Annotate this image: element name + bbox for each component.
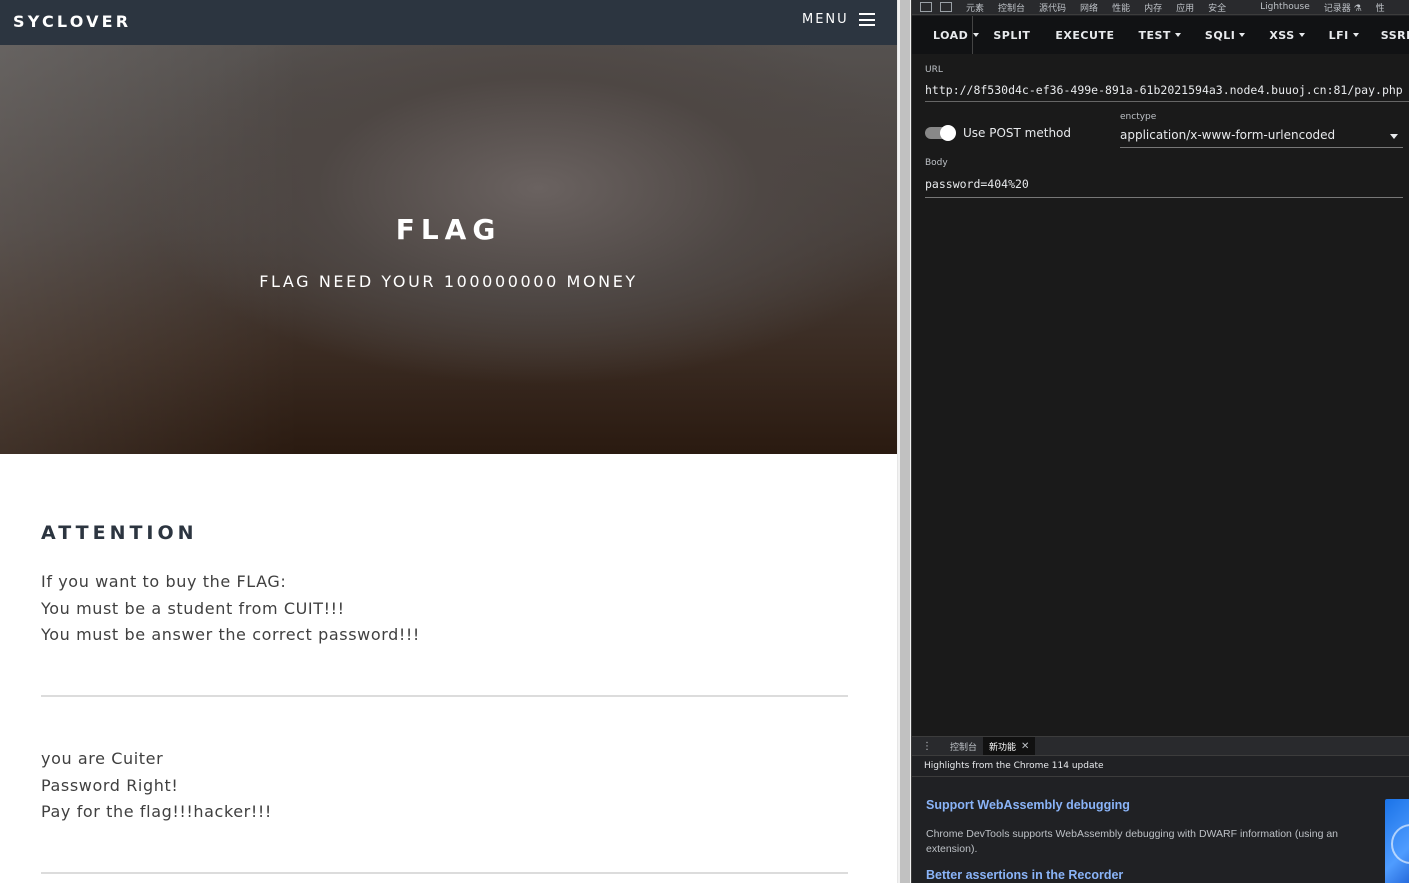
web-page: SYCLOVER MENU FLAG FLAG NEED YOUR 100000… — [0, 0, 897, 883]
chevron-down-icon — [1352, 33, 1359, 37]
more-options-icon[interactable]: ⋮ — [922, 741, 932, 752]
devtools-tab-security[interactable]: 安全 — [1208, 1, 1226, 14]
drawer-tab-bar: ⋮ 控制台 新功能 ✕ — [912, 736, 1409, 756]
body-label: Body — [925, 158, 948, 168]
chevron-down-icon — [1390, 134, 1398, 139]
test-label: TEST — [1138, 28, 1171, 42]
attention-heading: ATTENTION — [41, 522, 198, 544]
devtools-tab-bar: 元素 控制台 源代码 网络 性能 内存 应用 安全 Lighthouse 记录器… — [912, 0, 1409, 15]
enctype-select[interactable]: application/x-www-form-urlencoded — [1120, 128, 1403, 148]
post-method-label: Use POST method — [963, 126, 1072, 140]
xss-label: XSS — [1269, 28, 1295, 42]
execute-button[interactable]: EXECUTE — [1040, 16, 1124, 54]
device-toolbar-icon[interactable] — [940, 2, 952, 12]
body-input[interactable]: password=404%20 — [925, 177, 1403, 198]
devtools-tab-memory[interactable]: 内存 — [1144, 1, 1162, 14]
whats-new-description: Chrome DevTools supports WebAssembly deb… — [926, 828, 1339, 855]
devtools-tab-lighthouse[interactable]: Lighthouse — [1260, 2, 1310, 12]
ssrf-label: SSRF — [1380, 28, 1409, 42]
drawer-tab-whats-new-label: 新功能 — [989, 742, 1017, 753]
devtools-tab-application[interactable]: 应用 — [1176, 1, 1194, 14]
hero-banner: FLAG FLAG NEED YOUR 100000000 MONEY — [0, 45, 897, 454]
whats-new-link[interactable]: Better assertions in the Recorder — [926, 868, 1123, 882]
scrollbar-thumb[interactable] — [900, 0, 910, 883]
load-button[interactable]: LOAD — [912, 16, 978, 54]
url-input[interactable]: http://8f530d4c-ef36-499e-891a-61b202159… — [925, 83, 1409, 102]
result-line: Pay for the flag!!!hacker!!! — [41, 802, 272, 821]
devtools-tab-elements[interactable]: 元素 — [966, 1, 984, 14]
ssrf-menu-button[interactable]: SSRF — [1369, 16, 1409, 54]
hero-title: FLAG — [395, 213, 502, 246]
attention-line: You must be answer the correct password!… — [41, 625, 420, 644]
toggle-switch-icon[interactable] — [925, 125, 956, 141]
drawer-tab-console[interactable]: 控制台 — [944, 737, 983, 755]
hamburger-icon — [858, 13, 875, 26]
split-button[interactable]: SPLIT — [983, 16, 1040, 54]
whats-new-content: Support WebAssembly debugging Chrome Dev… — [912, 777, 1409, 883]
close-icon[interactable]: ✕ — [1021, 741, 1029, 752]
hero-subtitle: FLAG NEED YOUR 100000000 MONEY — [259, 272, 638, 291]
attention-line: If you want to buy the FLAG: — [41, 572, 287, 591]
devtools-tab-performance[interactable]: 性能 — [1112, 1, 1130, 14]
divider — [41, 872, 848, 874]
result-line: Password Right! — [41, 775, 179, 795]
whats-new-link[interactable]: Support WebAssembly debugging — [926, 798, 1130, 812]
hackbar-toolbar: LOAD SPLIT EXECUTE TEST SQLI XSS LFI SSR… — [912, 16, 1409, 54]
attention-line: You must be a student from CUIT!!! — [41, 598, 345, 618]
devtools-tab-sources[interactable]: 源代码 — [1039, 1, 1066, 14]
menu-button[interactable]: MENU — [802, 12, 875, 27]
devtools-panel: 元素 控制台 源代码 网络 性能 内存 应用 安全 Lighthouse 记录器… — [911, 0, 1409, 883]
brand-logo[interactable]: SYCLOVER — [13, 12, 131, 31]
menu-label: MENU — [802, 12, 849, 27]
sqli-label: SQLI — [1204, 28, 1236, 42]
load-dropdown-button[interactable] — [972, 16, 980, 54]
enctype-label: enctype — [1120, 112, 1157, 122]
xss-menu-button[interactable]: XSS — [1255, 16, 1314, 54]
page-scrollbar[interactable] — [897, 0, 911, 883]
top-navbar: SYCLOVER MENU — [0, 0, 897, 45]
lfi-label: LFI — [1328, 28, 1349, 42]
inspect-element-icon[interactable] — [920, 2, 932, 12]
devtools-tab-console[interactable]: 控制台 — [998, 1, 1025, 14]
lfi-menu-button[interactable]: LFI — [1315, 16, 1369, 54]
attention-text: If you want to buy the FLAG: You must be… — [41, 569, 848, 649]
result-line: you are Cuiter — [41, 749, 164, 768]
sqli-menu-button[interactable]: SQLI — [1191, 16, 1255, 54]
chevron-down-icon — [973, 33, 980, 37]
hackbar-form: URL http://8f530d4c-ef36-499e-891a-61b20… — [912, 54, 1409, 736]
result-text: you are Cuiter Password Right! Pay for t… — [41, 746, 272, 826]
divider — [41, 695, 848, 697]
drawer-tab-whats-new[interactable]: 新功能 ✕ — [983, 737, 1036, 755]
post-method-toggle[interactable]: Use POST method — [925, 125, 1072, 141]
chevron-down-icon — [1174, 33, 1181, 37]
devtools-tab-recorder[interactable]: 记录器 ⚗ — [1324, 1, 1362, 14]
whats-new-thumbnail — [1385, 799, 1409, 883]
url-label: URL — [925, 65, 943, 75]
devtools-tab-more[interactable]: 性 — [1376, 1, 1385, 14]
main-content: ATTENTION If you want to buy the FLAG: Y… — [41, 522, 848, 874]
test-menu-button[interactable]: TEST — [1124, 16, 1190, 54]
devtools-tab-network[interactable]: 网络 — [1080, 1, 1098, 14]
enctype-value: application/x-www-form-urlencoded — [1120, 128, 1336, 142]
chevron-down-icon — [1239, 33, 1246, 37]
whats-new-header: Highlights from the Chrome 114 update — [912, 756, 1409, 777]
chevron-down-icon — [1298, 33, 1305, 37]
